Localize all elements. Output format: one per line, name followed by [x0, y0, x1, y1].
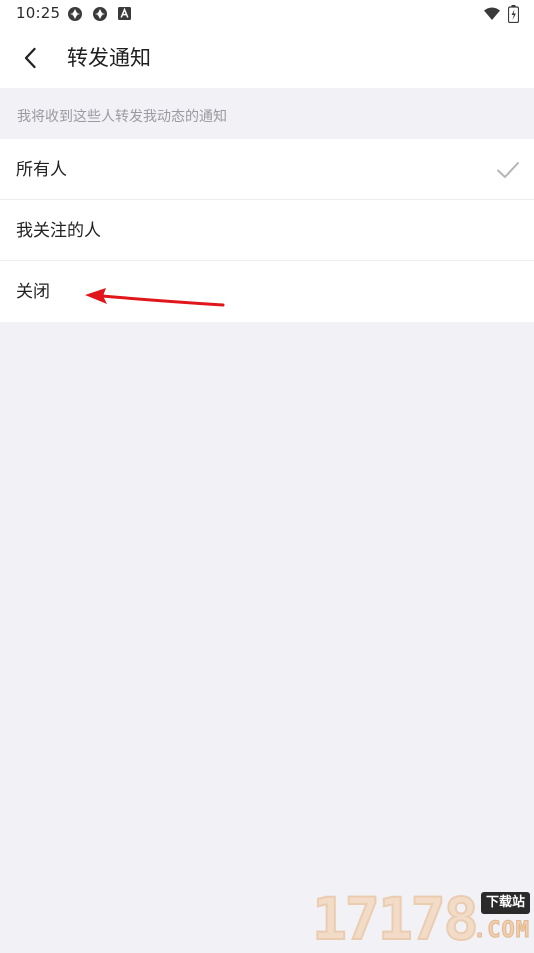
option-label: 我关注的人 [16, 221, 101, 241]
option-label: 关闭 [16, 282, 50, 302]
aperture-icon [93, 7, 107, 21]
option-label: 所有人 [16, 160, 67, 180]
status-bar: 10:25 [0, 0, 534, 28]
watermark-logo: 17178 下载站 .COM [311, 885, 534, 953]
section-header-text: 我将收到这些人转发我动态的通知 [17, 109, 227, 125]
a-icon [118, 7, 131, 20]
section-header: 我将收到这些人转发我动态的通知 [0, 88, 534, 139]
status-time: 10:25 [16, 4, 61, 22]
aperture-icon [68, 7, 82, 21]
annotation-arrow-icon [85, 288, 225, 307]
chevron-left-icon [24, 47, 36, 69]
app-bar: 转发通知 [0, 28, 534, 88]
watermark-domain: .COM [473, 918, 530, 944]
watermark-badge: 下载站 [480, 892, 530, 914]
watermark-digits: 17178 [311, 885, 480, 953]
battery-icon [508, 5, 519, 23]
check-icon [497, 162, 519, 178]
option-following[interactable]: 我关注的人 [0, 200, 534, 261]
wifi-icon [484, 7, 500, 20]
option-everyone[interactable]: 所有人 [0, 139, 534, 200]
back-button[interactable] [14, 42, 46, 74]
page-title: 转发通知 [67, 46, 151, 70]
